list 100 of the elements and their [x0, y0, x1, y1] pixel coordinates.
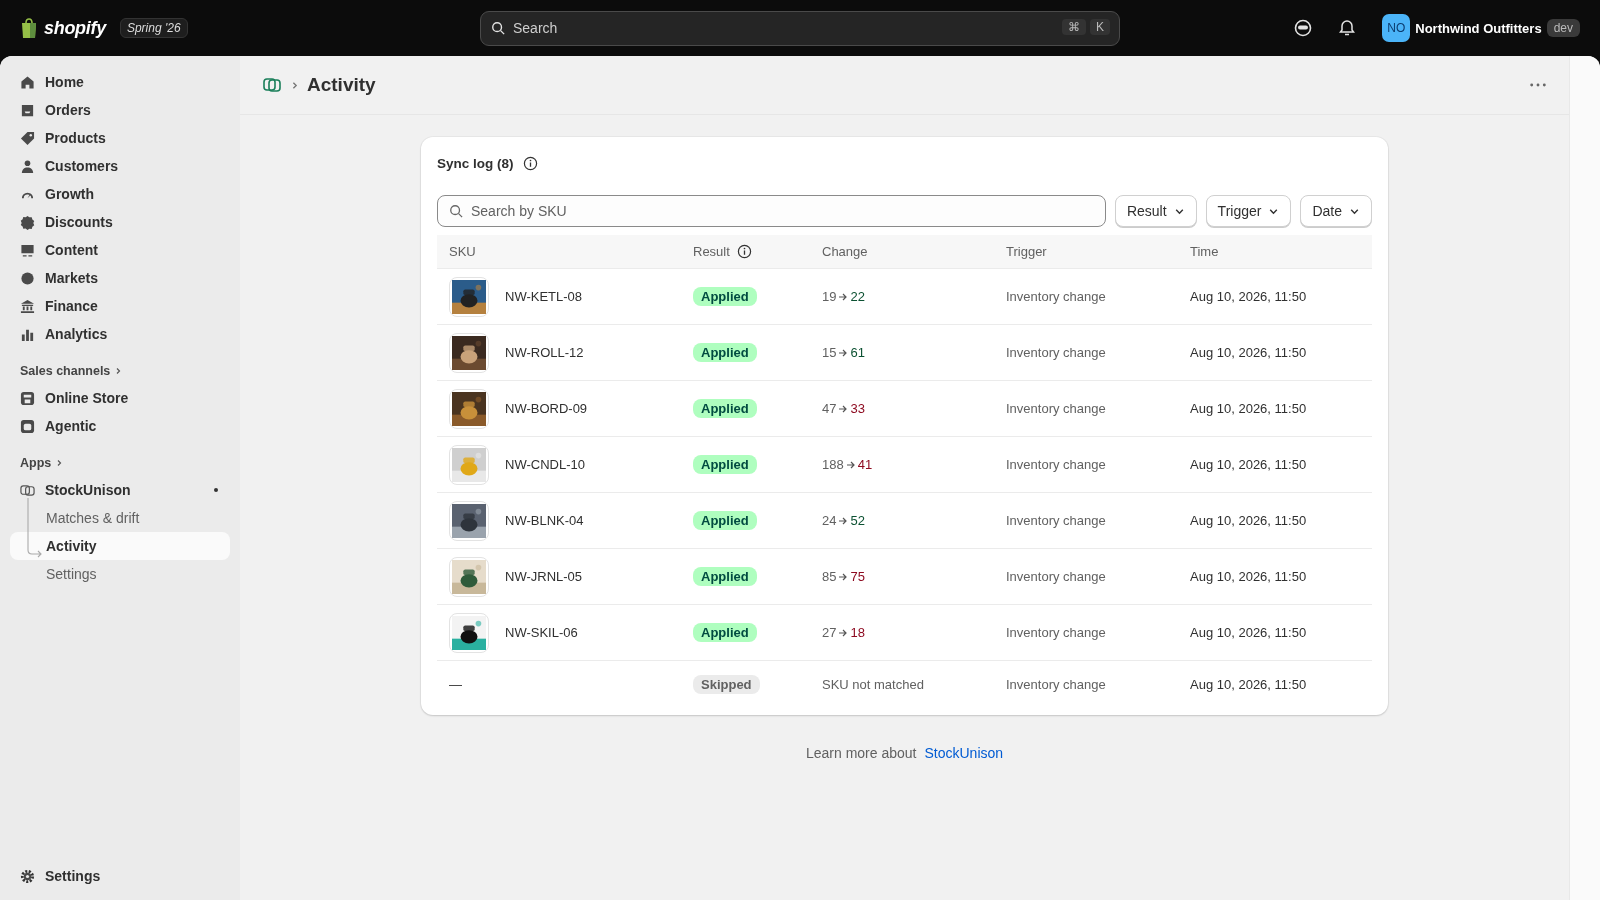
nav-item[interactable]: Markets	[10, 264, 230, 292]
info-icon[interactable]	[736, 244, 752, 259]
old-quantity: 15	[822, 345, 837, 360]
trigger-text: Inventory change	[1006, 401, 1106, 416]
nav-item[interactable]: Customers	[10, 152, 230, 180]
brand-logo-text[interactable]: shopify	[44, 17, 106, 39]
new-quantity: 33	[850, 401, 865, 416]
status-badge: Applied	[693, 287, 757, 306]
sub-nav-item[interactable]: Settings	[10, 560, 230, 588]
nav-item[interactable]: Settings	[10, 862, 230, 890]
more-icon[interactable]	[1529, 82, 1547, 88]
sku-text: —	[449, 676, 462, 692]
nav-item[interactable]: Products	[10, 124, 230, 152]
status-badge: Applied	[693, 399, 757, 418]
card-title: Sync log (8)	[437, 155, 514, 171]
nav-item[interactable]: Finance	[10, 292, 230, 320]
nav-item[interactable]: Discounts	[10, 208, 230, 236]
time-text: Aug 10, 2026, 11:50	[1190, 345, 1307, 360]
arrow-right-icon	[838, 403, 849, 414]
gear-icon	[20, 868, 35, 884]
store-icon	[20, 390, 35, 406]
trigger-text: Inventory change	[1006, 569, 1106, 584]
sub-nav-item[interactable]: Activity	[10, 532, 230, 560]
old-quantity: 27	[822, 625, 837, 640]
column-header: SKU	[449, 244, 476, 259]
arrow-right-icon	[838, 627, 849, 638]
old-quantity: 85	[822, 569, 837, 584]
old-quantity: 19	[822, 289, 837, 304]
status-badge: Applied	[693, 567, 757, 586]
nav-item[interactable]: Agentic	[10, 412, 230, 440]
time-text: Aug 10, 2026, 11:50	[1190, 457, 1307, 472]
sku-text: NW-ROLL-12	[505, 345, 584, 360]
nav-item[interactable]: Orders	[10, 96, 230, 124]
store-avatar[interactable]: NO	[1382, 14, 1411, 42]
trigger-text: Inventory change	[1006, 625, 1106, 640]
info-icon[interactable]	[522, 155, 538, 171]
sku-text: NW-BORD-09	[505, 401, 588, 416]
time-text: Aug 10, 2026, 11:50	[1190, 289, 1307, 304]
change-note: SKU not matched	[822, 676, 924, 692]
column-header: Trigger	[1006, 244, 1047, 259]
shopping-bag-icon	[20, 18, 38, 38]
new-quantity: 18	[850, 625, 865, 640]
nav-item[interactable]: Growth	[10, 180, 230, 208]
sku-text: NW-KETL-08	[505, 289, 583, 304]
app-icon	[20, 482, 35, 498]
old-quantity: 47	[822, 401, 837, 416]
trigger-text: Inventory change	[1006, 513, 1106, 528]
section-heading[interactable]: Sales channels	[10, 364, 230, 378]
filter-button[interactable]: Date	[1300, 195, 1372, 227]
nav-item[interactable]: Online Store	[10, 384, 230, 412]
arrow-right-icon	[845, 459, 856, 470]
nav-item[interactable]: Home	[10, 68, 230, 96]
bank-icon	[20, 298, 35, 314]
new-quantity: 61	[850, 345, 865, 360]
arrow-right-icon	[838, 347, 849, 358]
column-header: Time	[1190, 244, 1219, 259]
footer-text: Learn more about	[805, 745, 917, 761]
monitor-icon	[20, 242, 35, 258]
arrow-right-icon	[838, 571, 849, 582]
page-title: Activity	[307, 74, 377, 96]
learn-more-link[interactable]: StockUnison	[924, 745, 1004, 761]
status-badge: Applied	[693, 343, 757, 362]
bell-icon[interactable]	[1338, 19, 1357, 37]
time-text: Aug 10, 2026, 11:50	[1190, 569, 1307, 584]
status-badge: Skipped	[693, 674, 760, 694]
sku-text: NW-CNDL-10	[505, 457, 585, 472]
status-badge: Applied	[693, 511, 757, 530]
new-quantity: 52	[850, 513, 865, 528]
arrow-right-icon	[838, 291, 849, 302]
tree-line	[24, 498, 44, 558]
arrow-right-icon	[838, 515, 849, 526]
status-badge: Applied	[693, 623, 757, 642]
column-header: Change	[822, 244, 868, 259]
home-icon	[20, 74, 35, 90]
tag-icon	[20, 130, 35, 146]
chevron-icon	[55, 459, 64, 467]
app-icon[interactable]	[262, 75, 282, 95]
sub-nav-item[interactable]: Matches & drift	[10, 504, 230, 532]
old-quantity: 24	[822, 513, 837, 528]
robot-icon	[20, 418, 35, 434]
nav-item[interactable]: Content	[10, 236, 230, 264]
filter-button[interactable]: Trigger	[1205, 195, 1292, 227]
nav-item[interactable]: StockUnison	[10, 476, 230, 504]
filter-button[interactable]: Result	[1114, 195, 1197, 227]
new-quantity: 22	[850, 289, 865, 304]
section-heading[interactable]: Apps	[10, 456, 230, 470]
column-header: Result	[693, 244, 730, 259]
time-text: Aug 10, 2026, 11:50	[1190, 676, 1307, 692]
time-text: Aug 10, 2026, 11:50	[1190, 625, 1307, 640]
edition-badge: Spring '26	[119, 18, 188, 38]
nav-item[interactable]: Analytics	[10, 320, 230, 348]
trigger-text: Inventory change	[1006, 457, 1106, 472]
search-field[interactable]: Search by SKU	[437, 195, 1106, 227]
sku-text: NW-JRNL-05	[505, 569, 583, 584]
status-badge: Applied	[693, 455, 757, 474]
time-text: Aug 10, 2026, 11:50	[1190, 513, 1307, 528]
person-icon	[20, 158, 35, 174]
store-name[interactable]: Northwind Outfitters	[1415, 20, 1542, 36]
chevron-icon	[290, 80, 299, 90]
trigger-text: Inventory change	[1006, 345, 1106, 360]
